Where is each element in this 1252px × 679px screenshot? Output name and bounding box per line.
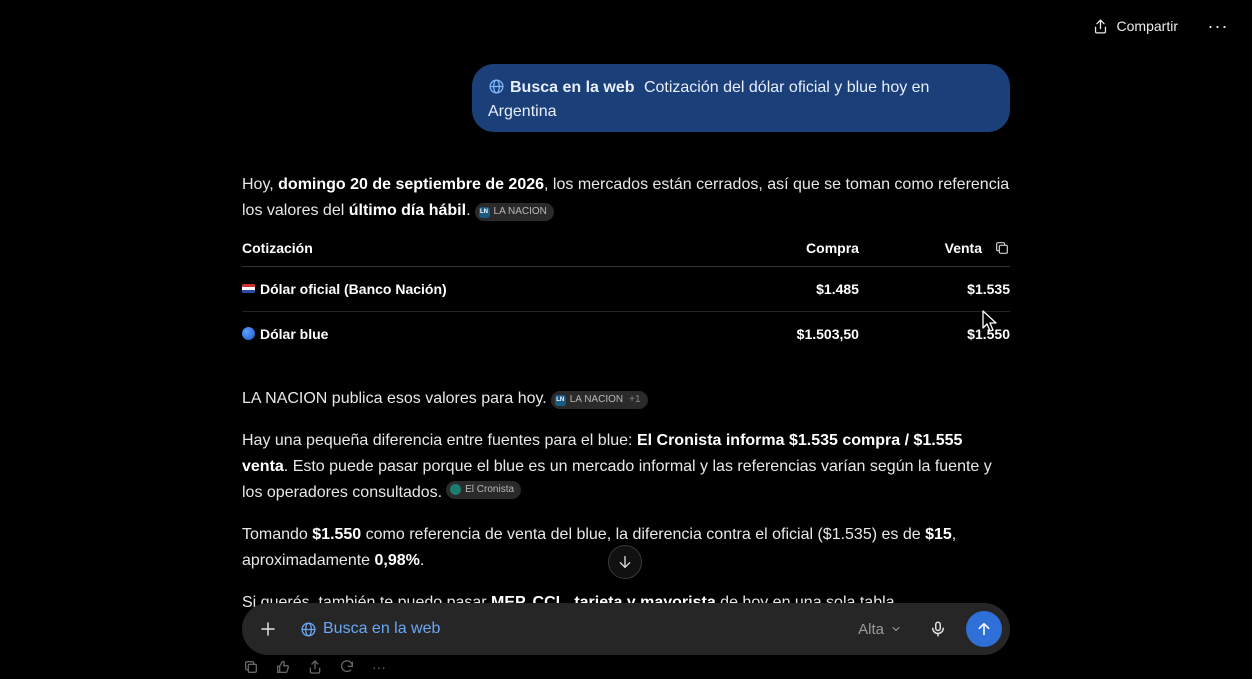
source-chip-la-nacion-2[interactable]: LN LA NACION +1 xyxy=(550,391,648,409)
share-message-icon[interactable] xyxy=(306,658,324,676)
source-chip-label: LA NACION xyxy=(493,206,547,217)
header-cotizacion: Cotización xyxy=(242,230,716,267)
more-options-icon[interactable]: ··· xyxy=(1202,10,1234,42)
para4-text-4: . xyxy=(419,552,425,569)
chevron-down-icon xyxy=(892,626,900,632)
header-compra: Compra xyxy=(715,230,859,267)
message-actions: ··· xyxy=(242,658,388,676)
plus-icon xyxy=(261,622,275,636)
share-button[interactable]: Compartir xyxy=(1082,12,1188,41)
row-name: Dólar blue xyxy=(260,325,329,342)
copy-icon[interactable] xyxy=(242,658,260,676)
share-icon xyxy=(1094,18,1106,34)
header-venta: Venta xyxy=(858,230,1010,267)
para2-text: LA NACION publica esos valores para hoy. xyxy=(242,390,547,407)
more-actions-icon[interactable]: ··· xyxy=(370,658,388,676)
regenerate-icon[interactable] xyxy=(338,658,356,676)
microphone-icon xyxy=(932,621,944,637)
intro-bold: último día hábil xyxy=(348,202,467,219)
el-cronista-logo-icon xyxy=(450,484,462,495)
source-chip-extra: +1 xyxy=(629,394,641,405)
arrow-up-icon xyxy=(978,622,990,636)
intro-paragraph: Hoy, domingo 20 de septiembre de 2026, l… xyxy=(242,172,1010,224)
row-name-cell: Dólar oficial (Banco Nación) xyxy=(242,266,716,312)
table-header-row: Cotización Compra Venta xyxy=(242,230,1010,267)
la-nacion-logo-icon: LN xyxy=(554,394,566,406)
send-button[interactable] xyxy=(966,611,1002,647)
la-nacion-logo-icon: LN xyxy=(478,206,490,218)
row-compra: $1.503,50 xyxy=(796,325,859,342)
intro-text-1: Hoy, xyxy=(242,176,279,193)
row-name: Dólar oficial (Banco Nación) xyxy=(260,280,447,297)
source-chip-el-cronista[interactable]: El Cronista xyxy=(446,480,522,499)
scroll-down-button[interactable] xyxy=(608,545,642,579)
quotes-table: Cotización Compra Venta Dólar oficial (B… xyxy=(242,230,1010,356)
table-row: Dólar oficial (Banco Nación) $1.485 $1.5… xyxy=(242,266,1010,312)
blue-circle-icon xyxy=(242,326,255,340)
source-chip-label: El Cronista xyxy=(465,483,515,495)
intro-date: domingo 20 de septiembre de 2026 xyxy=(278,176,545,193)
row-compra: $1.485 xyxy=(715,266,859,312)
para4-bold-2: $15 xyxy=(925,526,952,543)
para3-text-2: . Esto puede pasar porque el blue es un … xyxy=(242,458,992,501)
para4-text-1: Tomando xyxy=(242,526,313,543)
share-label: Compartir xyxy=(1116,18,1178,34)
user-tool-label: Busca en la web xyxy=(510,79,635,96)
microphone-button[interactable] xyxy=(926,617,950,641)
arrow-down-icon xyxy=(619,556,631,568)
web-search-tool-pill[interactable]: Busca en la web xyxy=(300,620,440,638)
row-venta: $1.535 xyxy=(858,266,1010,312)
source-chip-label: LA NACION xyxy=(569,394,624,405)
source-chip-la-nacion[interactable]: LN LA NACION xyxy=(474,203,554,221)
copy-table-icon[interactable] xyxy=(994,240,1010,256)
globe-icon xyxy=(489,79,504,94)
mouse-pointer-icon xyxy=(982,310,997,332)
message-composer: Busca en la web Alta xyxy=(242,603,1010,655)
globe-icon xyxy=(301,621,316,637)
para4-text-2: como referencia de venta del blue, la di… xyxy=(361,526,926,543)
difference-paragraph: Hay una pequeña diferencia entre fuentes… xyxy=(242,428,1010,506)
para4-bold-1: $1.550 xyxy=(312,526,362,543)
para3-text-1: Hay una pequeña diferencia entre fuentes… xyxy=(242,432,637,449)
reasoning-level-label: Alta xyxy=(858,620,884,638)
add-attachment-button[interactable] xyxy=(256,617,280,641)
table-row: Dólar blue $1.503,50 $1.550 xyxy=(242,311,1010,356)
source-paragraph: LA NACION publica esos valores para hoy.… xyxy=(242,386,1010,412)
user-message-bubble: Busca en la web Cotización del dólar ofi… xyxy=(472,64,1010,132)
us-flag-icon xyxy=(242,283,255,293)
web-search-tool-label: Busca en la web xyxy=(323,620,441,637)
reasoning-level-selector[interactable]: Alta xyxy=(858,621,902,638)
top-bar: Compartir ··· xyxy=(1082,0,1252,52)
intro-text-3: . xyxy=(466,202,471,219)
thumbs-icon[interactable] xyxy=(274,658,292,676)
para4-bold-3: 0,98% xyxy=(374,552,420,569)
row-name-cell: Dólar blue xyxy=(242,311,715,356)
header-venta-label: Venta xyxy=(944,239,982,256)
